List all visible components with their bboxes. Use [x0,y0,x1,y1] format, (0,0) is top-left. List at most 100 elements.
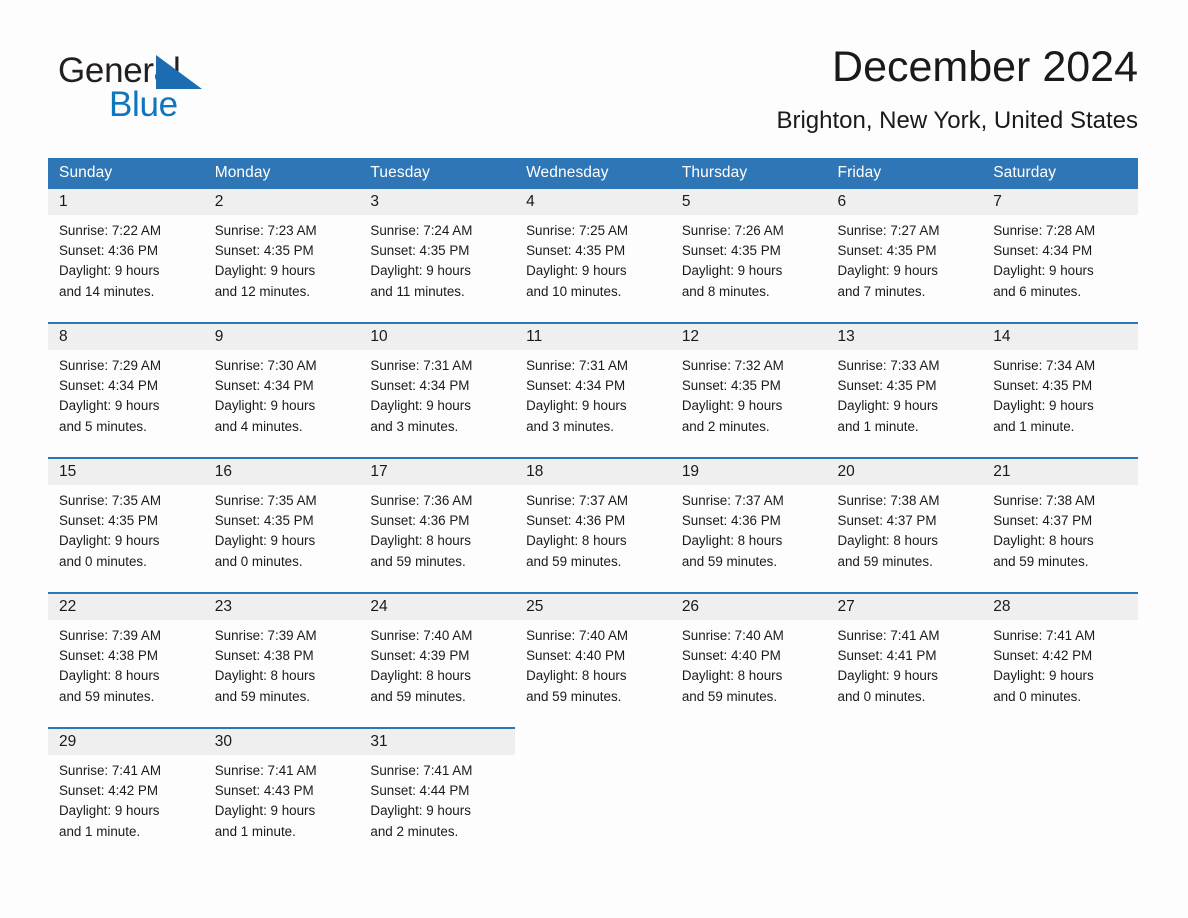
day-number-cell[interactable]: 2 [203,189,360,215]
sunrise-text: Sunrise: 7:38 AM [993,493,1096,508]
daylight-text-line1: Daylight: 9 hours [526,263,627,279]
day-number-cell[interactable]: 28 [982,592,1138,620]
sunset-text: Sunset: 4:38 PM [214,648,314,664]
daylight-text-line1: Daylight: 9 hours [993,398,1094,414]
day-number-cell[interactable]: 3 [359,189,516,215]
day-number-cell[interactable]: 21 [982,457,1138,485]
day-number-cell[interactable]: 8 [48,322,204,350]
day-info-empty [982,755,1138,863]
day-info-cell[interactable]: Sunrise: 7:41 AM Sunset: 4:42 PM Daylight:… [48,755,204,863]
sunrise-text: Sunrise: 7:31 AM [370,358,473,373]
day-info-cell[interactable]: Sunrise: 7:24 AM Sunset: 4:35 PM Daylight:… [359,215,516,323]
day-info-cell[interactable]: Sunrise: 7:39 AM Sunset: 4:38 PM Daylight:… [48,620,204,728]
day-number-cell[interactable]: 12 [670,322,827,350]
day-number-cell[interactable]: 13 [826,322,983,350]
day-info-cell[interactable]: Sunrise: 7:41 AM Sunset: 4:41 PM Daylight:… [826,620,983,728]
day-info-cell[interactable]: Sunrise: 7:35 AM Sunset: 4:35 PM Daylight:… [48,485,204,593]
page-header: General Blue December 2024 Brighton, New… [48,40,1138,148]
day-info-cell[interactable]: Sunrise: 7:38 AM Sunset: 4:37 PM Daylight:… [826,485,983,593]
day-info-cell[interactable]: Sunrise: 7:38 AM Sunset: 4:37 PM Daylight:… [982,485,1138,593]
day-info-cell[interactable]: Sunrise: 7:31 AM Sunset: 4:34 PM Daylight:… [359,350,516,458]
daylight-text-line2: and 7 minutes. [837,283,926,299]
sunrise-text: Sunrise: 7:35 AM [59,493,161,508]
sunset-text: Sunset: 4:36 PM [370,513,470,529]
daylight-text-line1: Daylight: 9 hours [59,803,160,819]
sunset-text: Sunset: 4:42 PM [993,648,1093,664]
daylight-text-line1: Daylight: 9 hours [837,398,938,414]
calendar-grid: Sunday Monday Tuesday Wednesday Thursday… [48,158,1138,863]
day-number-cell[interactable]: 27 [826,592,983,620]
weekday-header-sunday: Sunday [48,158,204,189]
day-number-cell[interactable]: 23 [203,592,360,620]
sunset-text: Sunset: 4:35 PM [837,378,937,394]
day-number-cell[interactable]: 11 [515,322,671,350]
day-info-cell[interactable]: Sunrise: 7:36 AM Sunset: 4:36 PM Daylight:… [359,485,516,593]
day-info-cell[interactable]: Sunrise: 7:30 AM Sunset: 4:34 PM Daylight:… [203,350,360,458]
daylight-text-line2: and 59 minutes. [681,553,778,569]
day-number-cell[interactable]: 15 [48,457,204,485]
day-number-cell[interactable]: 4 [515,189,671,215]
day-info-cell[interactable]: Sunrise: 7:41 AM Sunset: 4:43 PM Daylight:… [203,755,360,863]
day-number-cell[interactable]: 25 [515,592,671,620]
sunrise-text: Sunrise: 7:40 AM [526,628,629,643]
day-info-cell[interactable]: Sunrise: 7:34 AM Sunset: 4:35 PM Daylight:… [982,350,1138,458]
daylight-text-line1: Daylight: 9 hours [993,668,1094,684]
day-number-cell[interactable]: 9 [203,322,360,350]
day-info-cell[interactable]: Sunrise: 7:33 AM Sunset: 4:35 PM Daylight:… [826,350,983,458]
sunset-text: Sunset: 4:34 PM [370,378,470,394]
day-info-cell[interactable]: Sunrise: 7:32 AM Sunset: 4:35 PM Daylight:… [670,350,827,458]
day-number-cell[interactable]: 30 [203,727,360,755]
day-info-cell[interactable]: Sunrise: 7:39 AM Sunset: 4:38 PM Daylight:… [203,620,360,728]
day-number-cell[interactable]: 14 [982,322,1138,350]
weekday-header-saturday: Saturday [982,158,1138,189]
day-info-empty [670,755,827,863]
day-number-cell[interactable]: 16 [203,457,360,485]
day-info-cell[interactable]: Sunrise: 7:35 AM Sunset: 4:35 PM Daylight:… [203,485,360,593]
day-number-cell[interactable]: 1 [48,189,204,215]
day-number-cell[interactable]: 10 [359,322,516,350]
day-info-cell[interactable]: Sunrise: 7:28 AM Sunset: 4:34 PM Daylight:… [982,215,1138,323]
daylight-text-line1: Daylight: 9 hours [837,263,938,279]
day-info-cell[interactable]: Sunrise: 7:29 AM Sunset: 4:34 PM Daylight:… [48,350,204,458]
daylight-text-line2: and 4 minutes. [214,418,303,434]
day-info-cell[interactable]: Sunrise: 7:27 AM Sunset: 4:35 PM Daylight:… [826,215,983,323]
sunrise-text: Sunrise: 7:33 AM [837,358,940,373]
day-number-cell[interactable]: 24 [359,592,516,620]
sunrise-text: Sunrise: 7:23 AM [214,223,317,238]
day-number-cell[interactable]: 7 [982,189,1138,215]
daylight-text-line2: and 1 minute. [837,418,919,434]
brand-logo[interactable]: General Blue [58,52,358,134]
day-info-cell[interactable]: Sunrise: 7:22 AM Sunset: 4:36 PM Daylight:… [48,215,204,323]
daylight-text-line1: Daylight: 9 hours [370,398,471,414]
day-info-cell[interactable]: Sunrise: 7:26 AM Sunset: 4:35 PM Daylight:… [670,215,827,323]
daylight-text-line1: Daylight: 8 hours [370,668,471,684]
weekday-header-wednesday: Wednesday [515,158,671,189]
day-number-cell[interactable]: 29 [48,727,204,755]
day-info-cell[interactable]: Sunrise: 7:37 AM Sunset: 4:36 PM Daylight:… [515,485,671,593]
sunrise-text: Sunrise: 7:39 AM [59,628,161,643]
sunset-text: Sunset: 4:37 PM [837,513,937,529]
day-number-cell[interactable]: 31 [359,727,516,755]
day-number-cell[interactable]: 17 [359,457,516,485]
day-info-cell[interactable]: Sunrise: 7:41 AM Sunset: 4:44 PM Daylight:… [359,755,516,863]
day-info-cell[interactable]: Sunrise: 7:25 AM Sunset: 4:35 PM Daylight:… [515,215,671,323]
day-number-cell[interactable]: 18 [515,457,671,485]
day-info-cell[interactable]: Sunrise: 7:40 AM Sunset: 4:40 PM Daylight:… [670,620,827,728]
sunset-text: Sunset: 4:43 PM [214,783,314,799]
day-number-cell[interactable]: 6 [826,189,983,215]
day-info-cell[interactable]: Sunrise: 7:31 AM Sunset: 4:34 PM Daylight:… [515,350,671,458]
day-number-cell[interactable]: 19 [670,457,827,485]
day-number-cell[interactable]: 22 [48,592,204,620]
sunrise-text: Sunrise: 7:22 AM [59,223,161,238]
sunset-text: Sunset: 4:34 PM [214,378,314,394]
day-number-cell[interactable]: 20 [826,457,983,485]
day-info-cell[interactable]: Sunrise: 7:41 AM Sunset: 4:42 PM Daylight:… [982,620,1138,728]
daylight-text-line1: Daylight: 8 hours [837,533,938,549]
day-info-cell[interactable]: Sunrise: 7:37 AM Sunset: 4:36 PM Daylight:… [670,485,827,593]
day-info-cell[interactable]: Sunrise: 7:23 AM Sunset: 4:35 PM Daylight:… [203,215,360,323]
day-info-cell[interactable]: Sunrise: 7:40 AM Sunset: 4:39 PM Daylight:… [359,620,516,728]
day-info-cell[interactable]: Sunrise: 7:40 AM Sunset: 4:40 PM Daylight:… [515,620,671,728]
day-number-cell[interactable]: 5 [670,189,827,215]
day-number-cell[interactable]: 26 [670,592,827,620]
week-daynumber-row: 1234567 [48,189,1138,215]
